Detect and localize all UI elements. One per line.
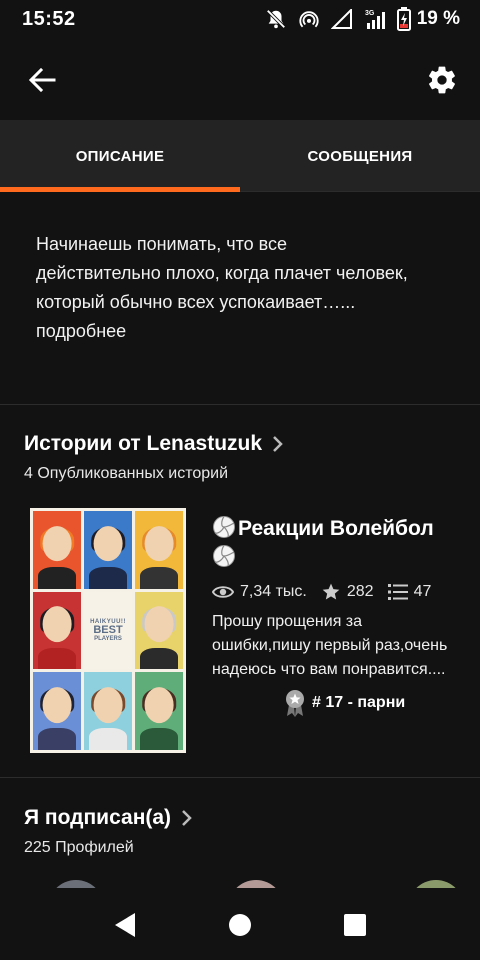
system-nav-bar <box>0 888 480 960</box>
parts-count: 47 <box>413 583 432 600</box>
hotspot-icon <box>299 11 319 28</box>
tab-bar: ОПИСАНИЕ СООБЩЕНИЯ <box>0 120 480 192</box>
story-title-text: Реакции Волейбол <box>238 517 434 540</box>
home-circle-icon <box>229 914 251 936</box>
signal-icon <box>330 9 352 29</box>
story-description: Прошу прощения за ошибки,пишу первый раз… <box>212 610 476 682</box>
stories-section-header[interactable]: Истории от Lenastuzuk <box>24 432 284 456</box>
divider <box>0 777 480 778</box>
cover-cell <box>135 511 183 589</box>
nav-home-button[interactable] <box>225 910 255 940</box>
stories-section-title: Истории от Lenastuzuk <box>24 432 263 455</box>
cover-cell <box>33 672 81 750</box>
chevron-right-icon <box>273 436 283 452</box>
story-description-line: надеюсь что вам понравится.... <box>212 661 446 678</box>
story-cover[interactable]: HAIKYUU!! BEST PLAYERS <box>30 508 186 753</box>
cover-cell <box>33 591 81 670</box>
reads-count: 7,34 тыс. <box>240 583 307 600</box>
battery-percent: 19 % <box>416 8 460 29</box>
story-rank-text: # 17 - парни <box>312 694 406 711</box>
bell-off-icon <box>266 9 286 29</box>
story-description-line: ошибки,пишу первый раз,очень <box>212 637 448 654</box>
active-tab-indicator <box>0 187 240 192</box>
star-icon <box>322 583 340 600</box>
tab-messages[interactable]: СООБЩЕНИЯ <box>240 120 480 192</box>
battery-charging-icon <box>396 7 411 31</box>
parts-stat: 47 <box>387 583 432 601</box>
status-bar: 15:52 3G 19 % <box>0 0 480 38</box>
gear-icon <box>429 66 455 94</box>
following-section-header[interactable]: Я подписан(а) <box>24 806 193 830</box>
cover-cell <box>135 672 183 750</box>
stories-count: 4 Опубликованных историй <box>24 465 229 482</box>
recents-square-icon <box>344 914 366 936</box>
eye-icon <box>212 586 234 598</box>
status-time: 15:52 <box>22 8 76 30</box>
story-stats: 7,34 тыс. 282 47 <box>212 578 445 606</box>
read-more-link[interactable]: подробнее <box>36 321 126 341</box>
story-title[interactable]: Реакции Волейбол <box>212 514 474 572</box>
nav-back-button[interactable] <box>110 910 140 940</box>
back-button[interactable] <box>22 62 62 98</box>
following-count: 225 Профилей <box>24 839 134 856</box>
cover-cell <box>33 511 81 589</box>
chevron-right-icon <box>182 810 192 826</box>
votes-stat: 282 <box>321 582 374 602</box>
following-section-title: Я подписан(а) <box>24 806 172 829</box>
arrow-left-icon <box>28 68 56 92</box>
tab-description[interactable]: ОПИСАНИЕ <box>0 120 240 192</box>
cover-cell <box>84 511 132 589</box>
reads-stat: 7,34 тыс. <box>212 583 307 601</box>
volleyball-emoji-icon <box>213 545 235 567</box>
network-label: 3G <box>365 10 375 17</box>
divider <box>0 404 480 405</box>
description-text: Начинаешь понимать, что все действительн… <box>36 234 408 312</box>
story-description-line: Прошу прощения за <box>212 613 363 630</box>
list-icon <box>387 584 408 600</box>
nav-recents-button[interactable] <box>340 910 370 940</box>
volleyball-emoji-icon <box>213 516 235 538</box>
cover-cell <box>84 672 132 750</box>
profile-description: Начинаешь понимать, что все действительн… <box>36 230 416 346</box>
settings-button[interactable] <box>422 60 462 100</box>
app-bar <box>0 38 480 120</box>
cover-title: HAIKYUU!! BEST PLAYERS <box>84 591 132 670</box>
signal-3g-icon: 3G <box>365 10 385 29</box>
medal-icon <box>286 690 304 717</box>
status-icons: 3G 19 % <box>265 7 460 31</box>
back-triangle-icon <box>115 913 135 937</box>
votes-count: 282 <box>346 583 374 600</box>
story-rank-badge[interactable]: # 17 - парни <box>284 688 405 718</box>
cover-cell <box>135 591 183 670</box>
